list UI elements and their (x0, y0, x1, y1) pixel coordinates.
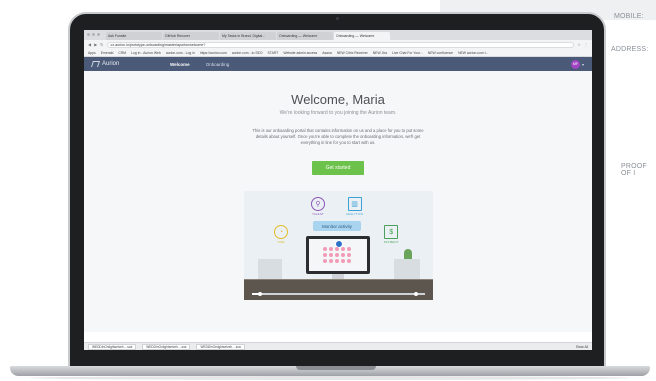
plant-icon (404, 249, 412, 259)
aurion-logo-icon (91, 61, 100, 67)
address-label: ADDRESS: (611, 46, 649, 53)
address-bar: ◀ ▶ ↻ cx.aurion.io/prototype-onboarding/… (84, 40, 592, 49)
bookmark[interactable]: START (268, 51, 279, 55)
welcome-content: Welcome, Maria We're looking forward to … (84, 71, 592, 332)
feature-payment: $ PAYMENT (384, 225, 399, 244)
download-item[interactable]: WEDDInOnlightselveh....sva (196, 343, 245, 350)
camera-icon (336, 17, 339, 20)
feature-label: ANALYTICS (346, 212, 364, 216)
bookmark[interactable]: Live Chat For Your... (392, 51, 423, 55)
bookmark[interactable]: NEW confluence (428, 51, 453, 55)
app-header: Aurion Welcome Onboarding MF ▾ (84, 57, 592, 71)
nav-onboarding[interactable]: Onboarding (206, 62, 230, 67)
star-icon[interactable]: ☆ (577, 42, 581, 47)
feature-label: PAYMENT (384, 240, 399, 244)
analytics-icon: ▥ (347, 197, 362, 211)
bookmark[interactable]: Apps (88, 51, 96, 55)
download-item[interactable]: WEDDInOnlightselveh....sva (142, 343, 191, 350)
window-controls[interactable] (87, 33, 100, 36)
logo-text: Aurion (102, 61, 120, 67)
browser-tab-active[interactable]: Onboarding — Welcome (334, 32, 390, 40)
mobile-label: MOBILE: (614, 13, 644, 20)
show-all-link[interactable]: Show All (576, 345, 588, 349)
feature-time: ◔ TIME (274, 225, 288, 244)
browser-tab[interactable]: My Tasks in Brand, Digital... (220, 32, 276, 40)
dollar-icon: $ (384, 225, 399, 239)
back-icon[interactable]: ◀ (88, 42, 91, 47)
forward-icon[interactable]: ▶ (94, 42, 97, 47)
carousel-dot[interactable] (414, 292, 418, 296)
menu-icon[interactable]: ⋮ (584, 42, 588, 47)
browser-tab[interactable]: GitHub Recover (163, 32, 219, 40)
chevron-down-icon: ▾ (581, 61, 584, 67)
talent-icon: ⚲ (311, 197, 325, 211)
download-item[interactable]: WEDDInOnlightselveh....sva (88, 343, 137, 350)
carousel-progress[interactable] (252, 293, 425, 295)
stage: MOBILE: ADDRESS: PROOF OF I Ask Funsite … (0, 0, 656, 381)
avatar: MF (570, 59, 580, 69)
browser-tab[interactable]: Onboarding — Welcome (277, 32, 333, 40)
feature-label: TALENT (312, 212, 324, 216)
bookmark[interactable]: NEW aurion.com t... (458, 51, 488, 55)
intro-paragraph: This is our onboarding portal that conta… (252, 128, 424, 145)
bookmark[interactable]: Website admin access (283, 51, 317, 55)
reload-icon[interactable]: ↻ (100, 42, 103, 47)
monitor-screen (309, 239, 367, 271)
bookmark[interactable]: aurion.com - Log in (166, 51, 195, 55)
bookmark[interactable]: aurion.com - to SEO (232, 51, 263, 55)
user-menu[interactable]: MF ▾ (570, 59, 584, 69)
feature-analytics: ▥ ANALYTICS (346, 197, 363, 216)
bookmark[interactable]: Log in - Aurion Web (131, 51, 161, 55)
bookmark[interactable]: NEW Jira (373, 51, 387, 55)
bookmark[interactable]: NEW Citrix Receiver (337, 51, 368, 55)
browser-tabbar: Ask Funsite GitHub Recover My Tasks in B… (84, 30, 592, 40)
carousel-dot[interactable] (258, 292, 262, 296)
get-started-button[interactable]: Get started (311, 161, 365, 175)
bookmark[interactable]: Asana (322, 51, 332, 55)
drawer-unit (258, 259, 282, 280)
bookmarks-bar: Apps Emerald CRM Log in - Aurion Web aur… (84, 49, 592, 57)
proof-label: PROOF OF I (621, 163, 647, 177)
bookmark[interactable]: https://aurion.com (200, 51, 227, 55)
nav-welcome[interactable]: Welcome (170, 62, 190, 67)
downloads-shelf: WEDDInOnlightselveh....sva WEDDInOnlight… (84, 342, 592, 350)
browser-tab[interactable]: Ask Funsite (106, 32, 162, 40)
feature-label: TIME (277, 240, 285, 244)
onboarding-illustration: ⚲ TALENT ▥ ANALYTICS ◔ TIME $ PAYMENT Mo… (244, 191, 433, 300)
page-subtitle: We're looking forward to you joining the… (279, 110, 397, 116)
bookmark[interactable]: Emerald (101, 51, 114, 55)
monitor-graphic (306, 236, 370, 274)
monitor-activity-pill: Monitor activity (313, 221, 361, 231)
activity-dots (323, 247, 353, 263)
url-input[interactable]: cx.aurion.io/prototype-onboarding/master… (106, 41, 575, 48)
clock-icon: ◔ (274, 225, 288, 239)
drawer-unit (394, 259, 420, 280)
laptop-screen: Ask Funsite GitHub Recover My Tasks in B… (84, 30, 592, 350)
feature-talent: ⚲ TALENT (311, 197, 325, 216)
desk (244, 280, 433, 300)
app-logo[interactable]: Aurion (91, 61, 154, 67)
page-title: Welcome, Maria (291, 92, 385, 107)
laptop-shadow (30, 376, 630, 380)
bookmark[interactable]: CRM (118, 51, 126, 55)
laptop-notch (296, 366, 376, 370)
